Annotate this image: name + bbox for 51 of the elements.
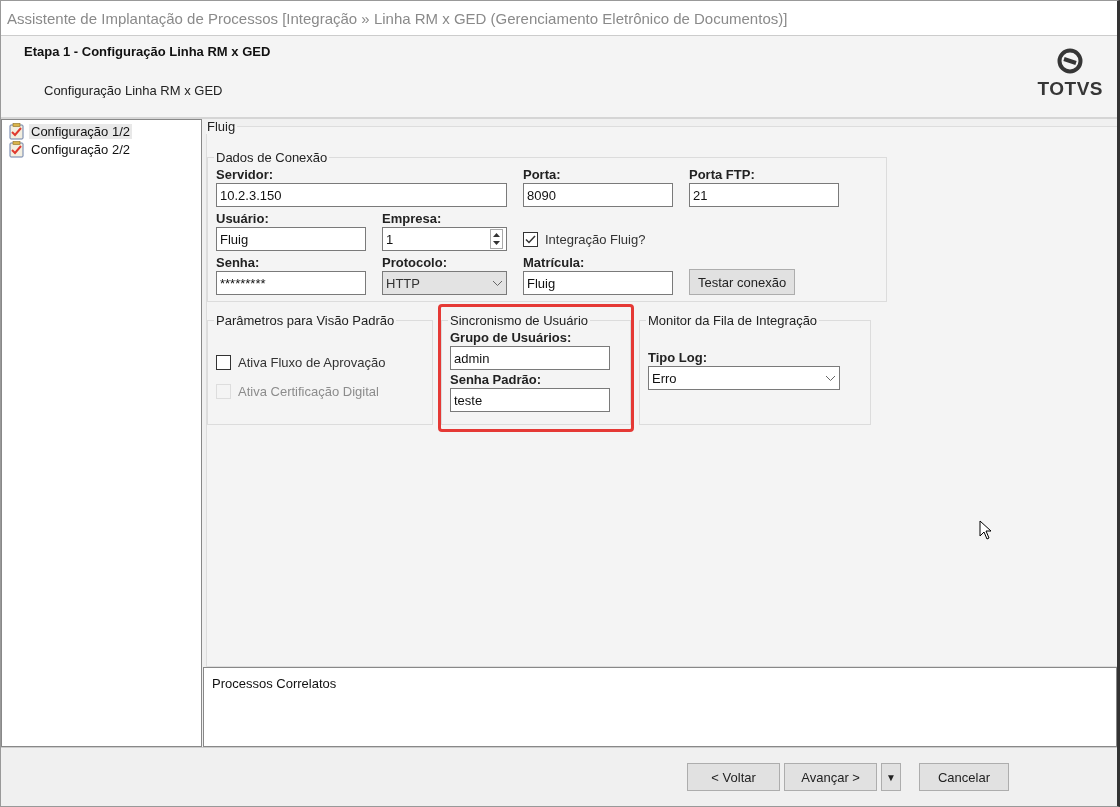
checkbox-label: Ativa Certificação Digital (238, 383, 379, 399)
input-field[interactable]: 10.2.3.150 (216, 183, 507, 207)
window-title: Assistente de Implantação de Processos [Integração » Linha RM x GED (Gerenciamento Eletrônico de Documentos)] (7, 9, 788, 27)
group-title: Dados de Conexão (215, 150, 329, 165)
field-label: Matrícula: (523, 255, 586, 271)
checklist-icon (8, 141, 25, 158)
checkbox[interactable] (523, 231, 538, 247)
wizard-button[interactable]: Cancelar (919, 763, 1009, 791)
sidebar-item[interactable]: Configuração 1/2 (29, 124, 132, 139)
wizard-button[interactable]: Avançar > (784, 763, 878, 791)
field-label: Senha: (216, 255, 261, 271)
group-title: Parâmetros para Visão Padrão (215, 313, 396, 328)
checklist-icon (8, 123, 25, 140)
input-field[interactable]: Fluig (216, 227, 366, 251)
wizard-button[interactable]: < Voltar (687, 763, 781, 791)
panel-title: Processos Correlatos (212, 676, 337, 691)
dropdown-button[interactable]: ▼ (881, 763, 901, 791)
field-label: Senha Padrão: (450, 372, 543, 388)
field-label: Protocolo: (382, 255, 448, 271)
dropdown-field[interactable]: Erro (648, 366, 840, 390)
input-field[interactable]: 21 (689, 183, 839, 207)
group-title: Sincronismo de Usuário (449, 313, 589, 328)
field-label: Empresa: (382, 211, 443, 227)
spinner-field[interactable]: 1 (382, 227, 507, 251)
mouse-cursor-icon (979, 520, 993, 540)
field-label: Usuário: (216, 211, 270, 227)
group-title: Monitor da Fila de Integração (647, 313, 819, 328)
input-field[interactable]: 8090 (523, 183, 673, 207)
step-subtitle: Configuração Linha RM x GED (43, 83, 224, 98)
field-label: Tipo Log: (648, 350, 708, 366)
input-field[interactable]: admin (450, 346, 610, 370)
check-icon (525, 234, 536, 244)
checkbox-label: Integração Fluig? (545, 231, 646, 247)
field-label: Porta: (523, 167, 562, 183)
field-label: Grupo de Usuários: (450, 330, 573, 346)
logo-text: TOTVS (1037, 78, 1103, 100)
field-label: Porta FTP: (689, 167, 756, 183)
input-field[interactable]: teste (450, 388, 610, 412)
checkbox[interactable] (216, 354, 231, 370)
test-connection-button[interactable]: Testar conexão (689, 269, 796, 295)
group-title: Fluig (206, 119, 237, 134)
checkbox-label: Ativa Fluxo de Aprovação (238, 354, 386, 370)
step-title: Etapa 1 - Configuração Linha RM x GED (24, 44, 271, 59)
field-label: Servidor: (216, 167, 275, 183)
sidebar-item[interactable]: Configuração 2/2 (29, 142, 132, 157)
chevron-down-icon (492, 279, 503, 287)
spinner-arrows-icon[interactable] (490, 229, 503, 249)
chevron-down-icon (825, 374, 836, 382)
input-field[interactable]: ********* (216, 271, 366, 295)
logo-icon (1057, 48, 1084, 74)
input-field[interactable]: Fluig (523, 271, 673, 295)
